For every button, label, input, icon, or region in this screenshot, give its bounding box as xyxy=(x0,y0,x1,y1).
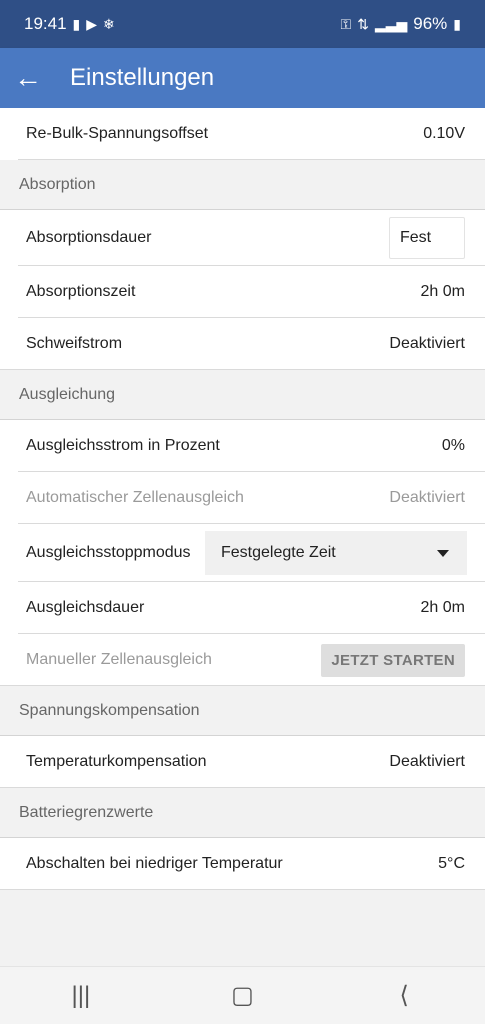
stop-mode-dropdown[interactable]: Festgelegte Zeit xyxy=(205,531,467,575)
message-icon: ▮ xyxy=(72,15,81,32)
setting-value: Deaktiviert xyxy=(389,753,465,770)
setting-absorption-time[interactable]: Absorptionszeit 2h 0m xyxy=(0,266,485,318)
setting-label: Abschalten bei niedriger Temperatur xyxy=(26,855,283,872)
setting-label: Re-Bulk-Spannungsoffset xyxy=(26,125,209,142)
back-arrow-icon[interactable]: ← xyxy=(0,48,56,108)
setting-value: Deaktiviert xyxy=(389,489,465,506)
setting-equalization-current[interactable]: Ausgleichsstrom in Prozent 0% xyxy=(0,420,485,472)
recent-apps-icon[interactable]: ||| xyxy=(51,982,111,1010)
4g-icon: ⇅ xyxy=(357,15,369,32)
snowflake-icon: ❄ xyxy=(103,15,115,32)
setting-absorption-duration: Absorptionsdauer Fest xyxy=(0,210,485,266)
key-icon: ⚿ xyxy=(340,15,352,32)
battery-percent: 96% xyxy=(413,14,448,33)
setting-value: 2h 0m xyxy=(420,599,465,616)
section-header-absorption: Absorption xyxy=(0,160,485,210)
setting-label: Ausgleichsstoppmodus xyxy=(26,544,191,561)
system-nav-bar: ||| ▢ ⟨ xyxy=(0,966,485,1024)
dropdown-value: Festgelegte Zeit xyxy=(221,544,336,561)
home-icon[interactable]: ▢ xyxy=(212,981,272,1010)
setting-label: Absorptionsdauer xyxy=(26,229,152,246)
setting-temperature-compensation[interactable]: Temperaturkompensation Deaktiviert xyxy=(0,736,485,788)
signal-icon: ▂▃▅ xyxy=(374,15,408,32)
section-header-battery-limits: Batteriegrenzwerte xyxy=(0,788,485,838)
back-icon[interactable]: ⟨ xyxy=(374,981,434,1010)
setting-rebulk-offset[interactable]: Re-Bulk-Spannungsoffset 0.10V xyxy=(0,108,485,160)
setting-equalization-duration[interactable]: Ausgleichsdauer 2h 0m xyxy=(0,582,485,634)
battery-icon: ▮ xyxy=(453,15,461,32)
youtube-icon: ▶ xyxy=(86,15,98,32)
setting-label: Schweifstrom xyxy=(26,335,123,352)
clock: 19:41 xyxy=(24,14,67,33)
setting-value: 2h 0m xyxy=(420,283,465,300)
setting-label: Manueller Zellenausgleich xyxy=(26,651,212,668)
status-bar: 19:41 ▮ ▶ ❄ ⚿ ⇅ ▂▃▅ 96% ▮ xyxy=(0,0,485,48)
section-header-equalization: Ausgleichung xyxy=(0,370,485,420)
start-now-button[interactable]: JETZT STARTEN xyxy=(321,643,465,677)
setting-label: Absorptionszeit xyxy=(26,283,136,300)
app-bar: ← Einstellungen xyxy=(0,48,485,108)
setting-value: 0% xyxy=(441,437,465,454)
setting-label: Ausgleichsdauer xyxy=(26,599,145,616)
page-title: Einstellungen xyxy=(70,64,215,91)
setting-value: 0.10V xyxy=(423,125,465,142)
setting-tail-current[interactable]: Schweifstrom Deaktiviert xyxy=(0,318,485,370)
setting-manual-cell-balancing: Manueller Zellenausgleich JETZT STARTEN xyxy=(0,634,485,686)
setting-label: Temperaturkompensation xyxy=(26,753,207,770)
setting-label: Automatischer Zellenausgleich xyxy=(26,489,244,506)
setting-low-temperature-cutoff[interactable]: Abschalten bei niedriger Temperatur 5°C xyxy=(0,838,485,890)
setting-auto-cell-balancing: Automatischer Zellenausgleich Deaktivier… xyxy=(0,472,485,524)
chevron-down-icon xyxy=(437,549,449,557)
setting-label: Ausgleichsstrom in Prozent xyxy=(26,437,220,454)
section-header-voltage-compensation: Spannungskompensation xyxy=(0,686,485,736)
setting-value: 5°C xyxy=(438,855,465,872)
setting-equalization-stop-mode: Ausgleichsstoppmodus Festgelegte Zeit xyxy=(0,524,485,582)
absorption-duration-field[interactable]: Fest xyxy=(389,217,465,259)
settings-list: Re-Bulk-Spannungsoffset 0.10V Absorption… xyxy=(0,108,485,890)
setting-value: Deaktiviert xyxy=(389,335,465,352)
